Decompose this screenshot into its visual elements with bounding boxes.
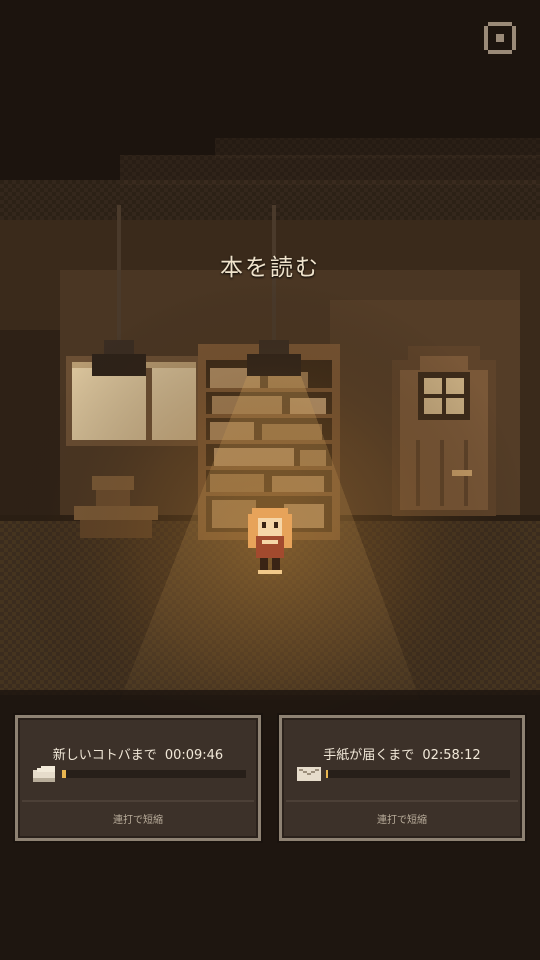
timer-countdown: 02:58:12 — [422, 748, 481, 763]
letter-timer-heading: 手紙が届くまで 02:58:12 — [282, 744, 522, 763]
letter-progress-bar — [326, 770, 510, 778]
scene-title: 本を読む — [220, 255, 320, 281]
progress-fill — [326, 770, 329, 778]
book-icon — [33, 766, 55, 782]
settings-button[interactable] — [480, 18, 520, 58]
envelope-icon — [297, 767, 321, 781]
settings-icon — [484, 22, 516, 54]
timer-label: 新しいコトバまで — [52, 748, 157, 763]
letter-timer-card[interactable]: 手紙が届くまで 02:58:12 連打で短縮 — [279, 715, 525, 841]
timer-countdown: 00:09:46 — [164, 748, 224, 763]
new-word-timer-card[interactable]: 新しいコトバまで 00:09:46 連打で短縮 — [15, 715, 261, 841]
card-divider — [22, 800, 254, 802]
tap-hint: 連打で短縮 — [377, 815, 427, 826]
tap-hint: 連打で短縮 — [113, 815, 163, 826]
progress-fill — [62, 770, 66, 778]
card-divider — [286, 800, 518, 802]
new-word-timer-heading: 新しいコトバまで 00:09:46 — [18, 744, 258, 763]
new-word-progress-bar — [62, 770, 246, 778]
timer-label: 手紙が届くまで — [323, 748, 415, 763]
